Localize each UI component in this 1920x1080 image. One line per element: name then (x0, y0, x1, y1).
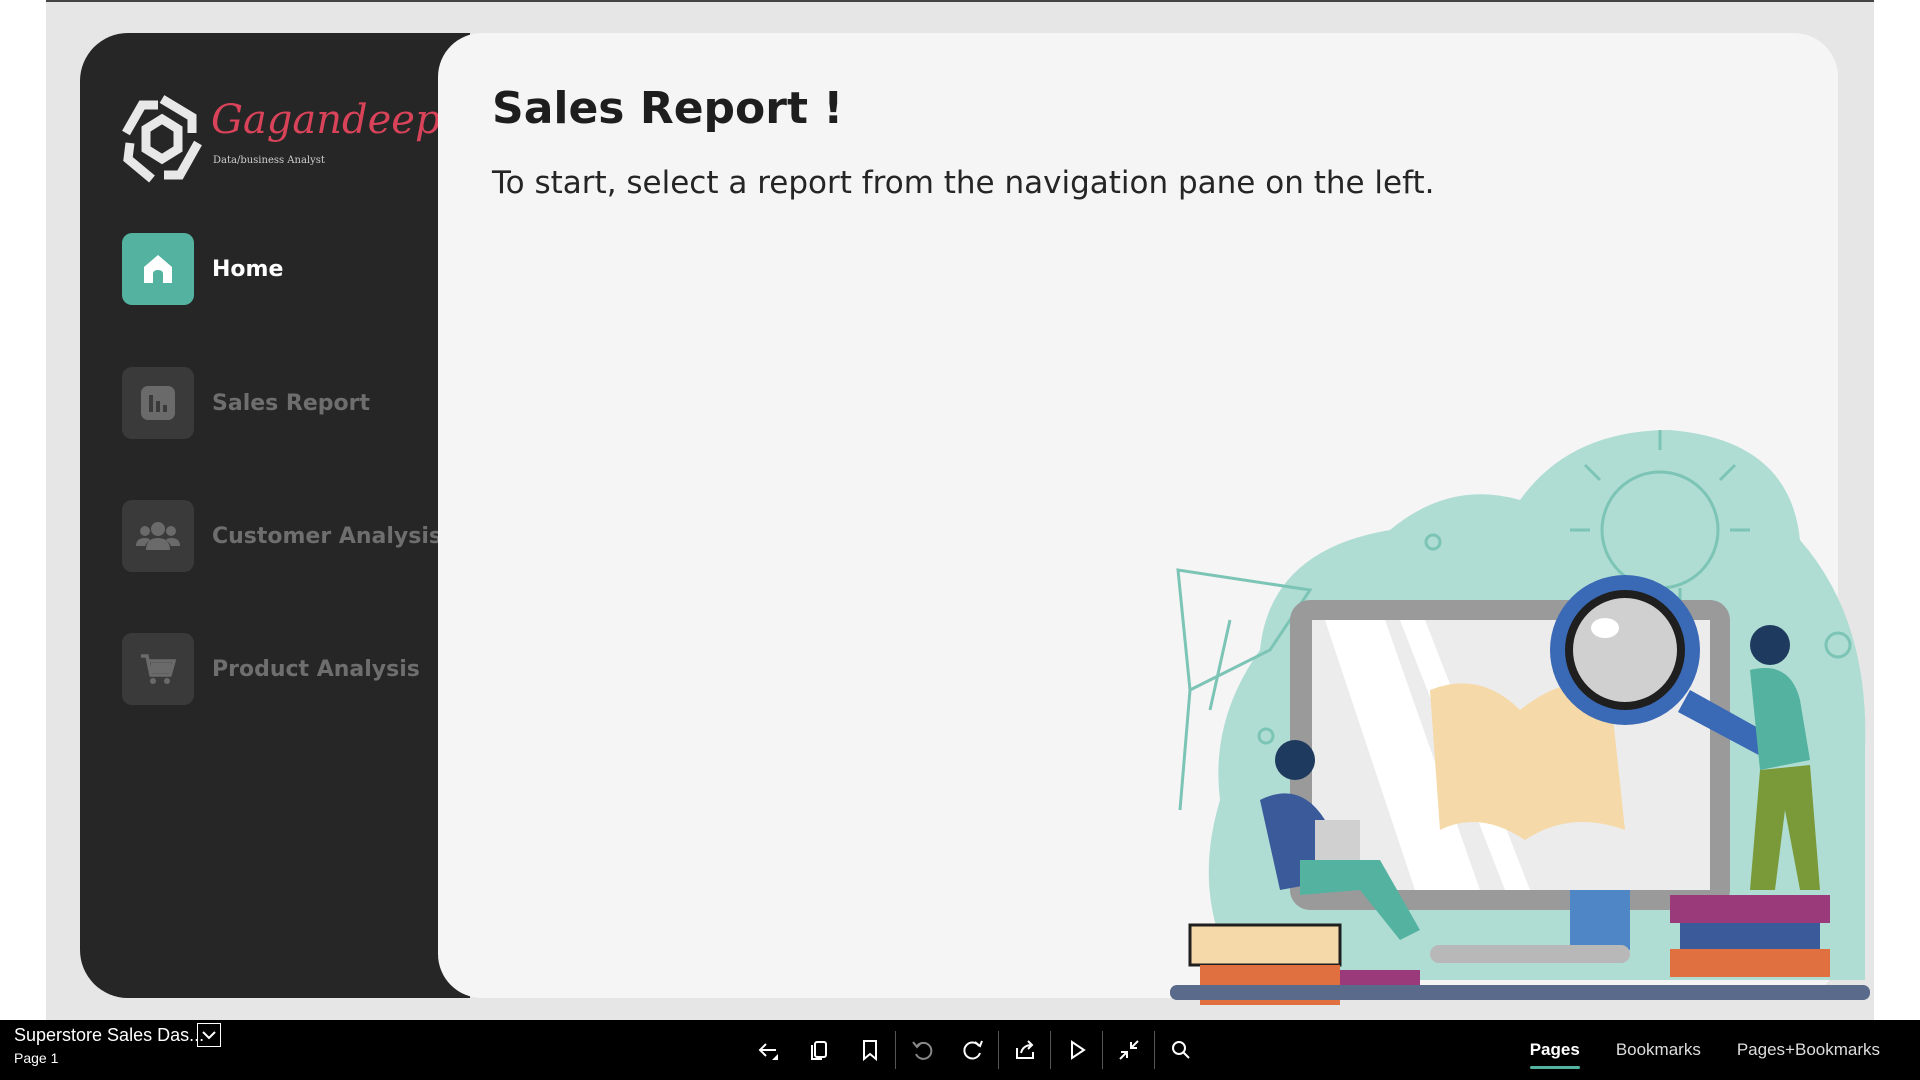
nav-item-home[interactable]: Home (122, 233, 442, 305)
back-icon[interactable] (742, 1030, 793, 1070)
nav-item-sales-report[interactable]: Sales Report (122, 367, 442, 439)
navigation-pane: Gagandeep Data/business Analyst Home Sal… (80, 33, 470, 998)
users-icon (122, 500, 194, 572)
bar-chart-icon (122, 367, 194, 439)
play-icon[interactable] (1051, 1030, 1102, 1070)
toolbar (742, 1030, 1206, 1070)
cart-icon (122, 633, 194, 705)
bookmark-icon[interactable] (844, 1030, 895, 1070)
report-canvas: Gagandeep Data/business Analyst Home Sal… (0, 0, 1920, 1020)
nav-item-label: Product Analysis (212, 656, 420, 682)
tab-bookmarks[interactable]: Bookmarks (1616, 1040, 1701, 1060)
logo-name: Gagandeep (211, 97, 441, 143)
logo: Gagandeep Data/business Analyst (120, 93, 441, 193)
reading-illustration (1170, 430, 1870, 1005)
page-indicator: Page 1 (14, 1050, 59, 1066)
view-tabs: Pages Bookmarks Pages+Bookmarks (1494, 1020, 1880, 1080)
nav-item-product-analysis[interactable]: Product Analysis (122, 633, 442, 705)
nav-item-label: Home (212, 256, 284, 282)
refresh-icon[interactable] (947, 1030, 998, 1070)
search-icon[interactable] (1155, 1030, 1206, 1070)
page-subtitle: To start, select a report from the navig… (492, 165, 1435, 201)
report-footer-bar: Superstore Sales Das... Page 1 Pages Boo… (0, 1020, 1920, 1080)
nav-item-label: Sales Report (212, 390, 370, 416)
undo-icon[interactable] (896, 1030, 947, 1070)
page-title: Sales Report ! (492, 83, 844, 134)
logo-tagline: Data/business Analyst (213, 155, 325, 166)
nav-item-customer-analysis[interactable]: Customer Analysis (122, 500, 442, 572)
chevron-down-icon[interactable] (197, 1023, 221, 1047)
share-icon[interactable] (999, 1030, 1050, 1070)
collapse-icon[interactable] (1103, 1030, 1154, 1070)
copy-icon[interactable] (793, 1030, 844, 1070)
tab-pages-bookmarks[interactable]: Pages+Bookmarks (1737, 1040, 1880, 1060)
report-file-title[interactable]: Superstore Sales Das... (14, 1025, 204, 1046)
tab-pages[interactable]: Pages (1529, 1040, 1580, 1069)
nav-item-label: Customer Analysis (211, 523, 442, 549)
logo-mark-icon (122, 95, 202, 183)
home-icon (122, 233, 194, 305)
